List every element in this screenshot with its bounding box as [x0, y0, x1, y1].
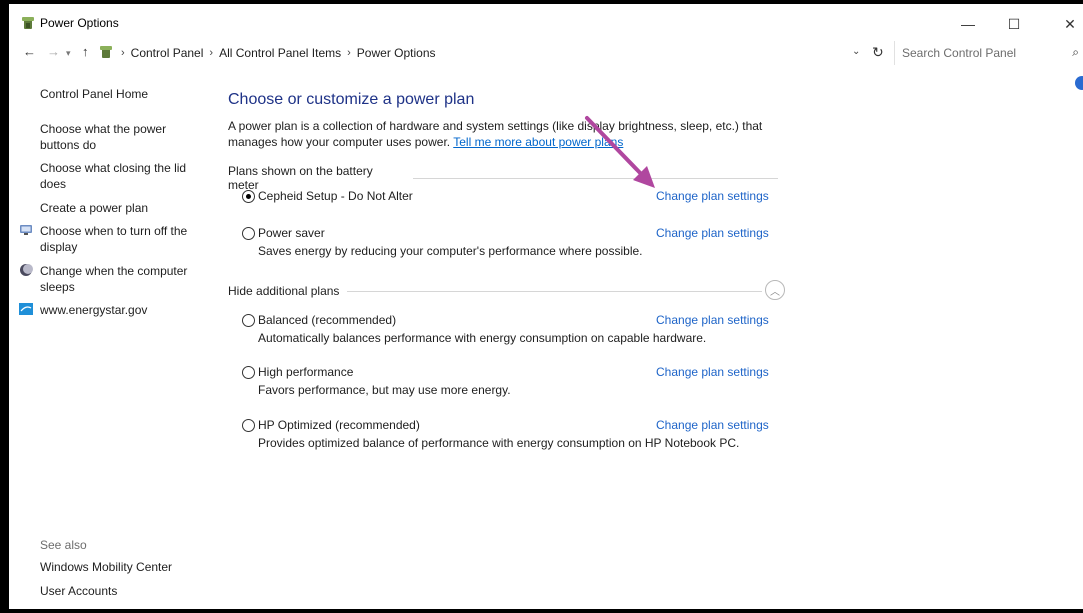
intro-paragraph: A power plan is a collection of hardware… — [228, 118, 798, 150]
plan-radio-balanced[interactable] — [242, 314, 255, 327]
plan-desc-power-saver: Saves energy by reducing your computer's… — [258, 244, 643, 258]
change-plan-settings-high-performance[interactable]: Change plan settings — [656, 365, 769, 379]
title-bar: Power Options — ☐ ✕ — [9, 4, 1083, 38]
search-input[interactable] — [900, 45, 1054, 61]
sidebar-link-closing-lid[interactable]: Choose what closing the lid does — [40, 160, 190, 192]
collapse-chevron-icon[interactable]: ︿ — [765, 280, 785, 300]
image-border-bottom — [0, 609, 1083, 613]
moon-sleep-icon — [20, 264, 33, 276]
annotation-arrow-icon — [585, 116, 655, 188]
search-box[interactable]: ⌕ — [894, 41, 1083, 65]
sidebar-link-energystar[interactable]: www.energystar.gov — [40, 302, 190, 318]
minimize-button[interactable]: — — [945, 10, 991, 38]
sidebar: Control Panel Home Choose what the power… — [9, 78, 199, 608]
change-plan-settings-power-saver[interactable]: Change plan settings — [656, 226, 769, 240]
back-arrow-icon[interactable]: ← — [23, 44, 36, 59]
display-icon — [20, 225, 32, 235]
chevron-right-icon[interactable]: › — [121, 47, 125, 59]
plan-desc-hp-optimized: Provides optimized balance of performanc… — [258, 436, 740, 450]
additional-plans-group-label: Hide additional plans — [228, 284, 340, 298]
forward-arrow-icon[interactable]: → — [47, 44, 60, 59]
group-divider — [347, 290, 763, 292]
power-options-icon — [22, 17, 34, 29]
change-plan-settings-hp-optimized[interactable]: Change plan settings — [656, 418, 769, 432]
plan-desc-balanced: Automatically balances performance with … — [258, 331, 707, 345]
see-also-user-accounts[interactable]: User Accounts — [40, 584, 117, 598]
breadcrumb-power-options[interactable]: Power Options — [357, 46, 436, 60]
energystar-icon — [19, 303, 33, 315]
plan-radio-high-performance[interactable] — [242, 366, 255, 379]
up-arrow-icon[interactable]: ↑ — [82, 44, 89, 59]
refresh-icon[interactable]: ↻ — [872, 44, 884, 61]
plan-radio-power-saver[interactable] — [242, 227, 255, 240]
sidebar-link-create-plan[interactable]: Create a power plan — [40, 200, 190, 216]
breadcrumb: › Control Panel › All Control Panel Item… — [121, 46, 436, 60]
plan-desc-high-performance: Favors performance, but may use more ene… — [258, 383, 511, 397]
plan-name-cepheid[interactable]: Cepheid Setup - Do Not Alter — [258, 189, 413, 203]
window-frame: Power Options — ☐ ✕ ← → ▾ ↑ › Control Pa… — [0, 0, 1083, 613]
help-icon[interactable] — [1075, 76, 1083, 90]
sidebar-home-link[interactable]: Control Panel Home — [40, 86, 190, 102]
control-panel-icon — [100, 46, 112, 58]
change-plan-settings-balanced[interactable]: Change plan settings — [656, 313, 769, 327]
page-title: Choose or customize a power plan — [228, 91, 475, 108]
see-also-mobility-center[interactable]: Windows Mobility Center — [40, 560, 172, 574]
address-dropdown-icon[interactable]: ⌄ — [852, 46, 860, 57]
sidebar-link-turn-off-display[interactable]: Choose when to turn off the display — [40, 223, 190, 255]
recent-locations-chevron-icon[interactable]: ▾ — [66, 48, 71, 59]
chevron-right-icon[interactable]: › — [347, 47, 351, 59]
battery-meter-group-header: Plans shown on the battery meter — [228, 164, 778, 192]
address-bar: ← → ▾ ↑ › Control Panel › All Control Pa… — [9, 38, 1083, 68]
plan-name-high-performance[interactable]: High performance — [258, 365, 353, 379]
maximize-button[interactable]: ☐ — [991, 10, 1037, 38]
sidebar-link-computer-sleeps[interactable]: Change when the computer sleeps — [40, 263, 190, 295]
breadcrumb-all-items[interactable]: All Control Panel Items — [219, 46, 341, 60]
plan-name-hp-optimized[interactable]: HP Optimized (recommended) — [258, 418, 420, 432]
additional-plans-group-header: Hide additional plans — [228, 284, 778, 298]
image-border-left — [0, 0, 9, 613]
change-plan-settings-cepheid[interactable]: Change plan settings — [656, 189, 769, 203]
battery-meter-group-label: Plans shown on the battery meter — [228, 164, 373, 192]
window-title: Power Options — [40, 16, 119, 30]
plan-radio-cepheid[interactable] — [242, 190, 255, 203]
plan-name-balanced[interactable]: Balanced (recommended) — [258, 313, 396, 327]
sidebar-link-power-buttons[interactable]: Choose what the power buttons do — [40, 121, 180, 153]
see-also-heading: See also — [40, 538, 87, 552]
breadcrumb-control-panel[interactable]: Control Panel — [131, 46, 204, 60]
close-button[interactable]: ✕ — [1047, 10, 1083, 38]
search-icon[interactable]: ⌕ — [1072, 45, 1079, 60]
chevron-right-icon[interactable]: › — [209, 47, 213, 59]
plan-radio-hp-optimized[interactable] — [242, 419, 255, 432]
plan-name-power-saver[interactable]: Power saver — [258, 226, 325, 240]
